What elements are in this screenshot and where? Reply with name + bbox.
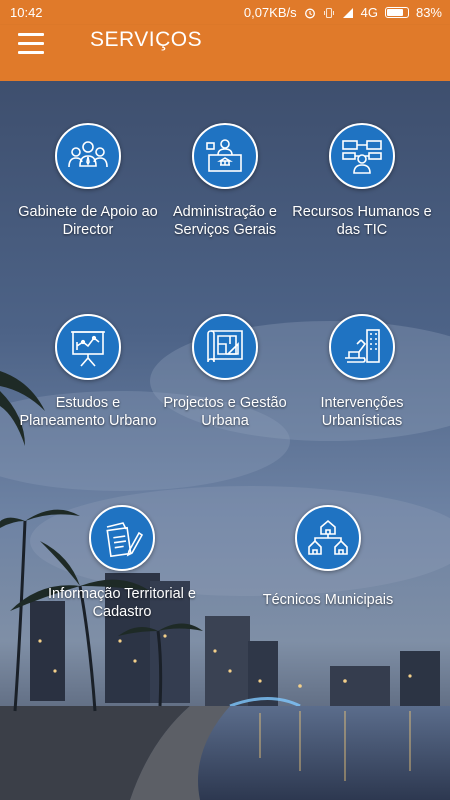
battery-fill [386, 9, 404, 16]
service-label: Gabinete de Apoio ao Director [18, 204, 158, 238]
presentation-board-icon [55, 314, 121, 380]
excavator-building-icon [329, 314, 395, 380]
houses-hierarchy-icon [295, 505, 361, 571]
network-type: 4G [360, 5, 378, 20]
service-projectos[interactable]: Projectos e Gestão Urbana [150, 314, 300, 430]
network-person-icon [329, 123, 395, 189]
service-gabinete[interactable]: Gabinete de Apoio ao Director [13, 123, 163, 239]
alarm-icon [304, 8, 315, 18]
service-label: Projectos e Gestão Urbana [163, 395, 287, 429]
page-title: SERVIÇOS [90, 28, 203, 51]
service-informacao-territorial[interactable]: Informação Territorial e Cadastro [17, 505, 227, 621]
status-indicators: 0,07KB/s 4G 83% [244, 5, 442, 20]
reception-desk-icon [192, 123, 258, 189]
hamburger-menu-icon[interactable] [18, 31, 48, 61]
status-time: 10:42 [10, 5, 43, 20]
service-label: Intervenções Urbanísticas [320, 395, 404, 429]
battery-percent: 83% [415, 5, 442, 20]
documents-pen-icon [89, 505, 155, 571]
network-speed: 0,07KB/s [243, 5, 297, 20]
signal-icon [342, 7, 353, 18]
service-administracao[interactable]: Administração e Serviços Gerais [150, 123, 300, 239]
battery-icon [384, 7, 409, 18]
app-bar: SERVIÇOS [0, 25, 450, 81]
status-bar: 10:42 0,07KB/s 4G 83% [0, 0, 450, 25]
service-label: Recursos Humanos e das TIC [292, 204, 432, 238]
vibrate-icon [323, 7, 334, 18]
service-tecnicos-municipais[interactable]: Técnicos Municipais [223, 505, 433, 609]
blueprint-icon [192, 314, 258, 380]
group-people-icon [55, 123, 121, 189]
service-label: Técnicos Municipais [262, 592, 394, 608]
service-label: Informação Territorial e Cadastro [47, 586, 197, 620]
service-intervencoes[interactable]: Intervenções Urbanísticas [287, 314, 437, 430]
service-label: Estudos e Planeamento Urbano [19, 395, 157, 429]
service-recursos-humanos[interactable]: Recursos Humanos e das TIC [287, 123, 437, 239]
service-label: Administração e Serviços Gerais [173, 204, 277, 238]
service-estudos[interactable]: Estudos e Planeamento Urbano [13, 314, 163, 430]
